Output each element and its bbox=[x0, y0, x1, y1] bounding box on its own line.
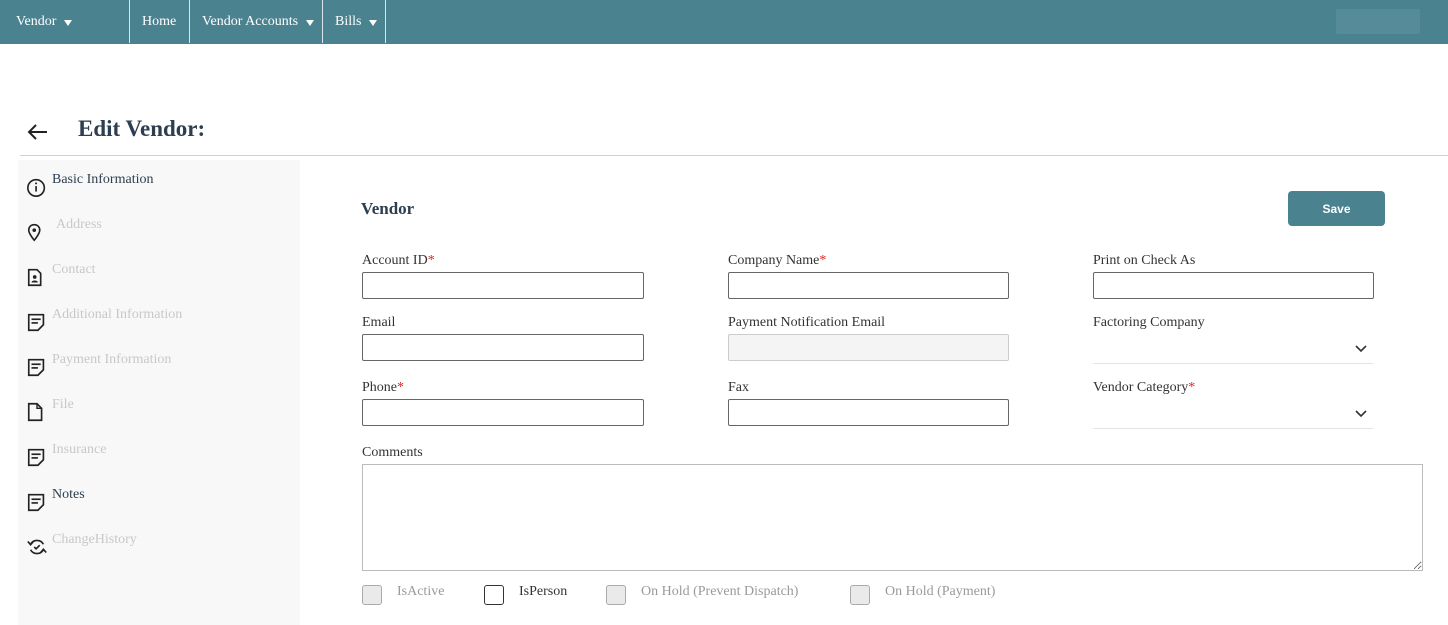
fax-input[interactable] bbox=[728, 399, 1009, 426]
sidebar-item-change-history[interactable]: ChangeHistory bbox=[26, 532, 296, 562]
location-pin-icon bbox=[27, 223, 41, 242]
is-person-label: IsPerson bbox=[519, 584, 568, 599]
sidebar-item-label: File bbox=[52, 397, 74, 412]
nav-vendor-menu[interactable]: Vendor bbox=[0, 0, 130, 43]
comments-textarea[interactable] bbox=[362, 464, 1423, 571]
nav-vendor-accounts-menu[interactable]: Vendor Accounts bbox=[190, 0, 323, 43]
user-menu-button[interactable] bbox=[1336, 9, 1420, 34]
nav-vendor-accounts-label: Vendor Accounts bbox=[202, 13, 299, 29]
is-active-label: IsActive bbox=[397, 584, 445, 599]
on-hold-payment-checkbox[interactable] bbox=[850, 585, 870, 605]
sidebar-item-label: Additional Information bbox=[52, 307, 183, 322]
contact-card-icon bbox=[27, 268, 42, 287]
sidebar-item-insurance[interactable]: Insurance bbox=[26, 442, 296, 472]
sidebar-item-additional-information[interactable]: Additional Information bbox=[26, 307, 296, 337]
account-id-label-text: Account ID bbox=[362, 253, 428, 268]
nav-bills-menu[interactable]: Bills bbox=[323, 0, 386, 43]
phone-input[interactable] bbox=[362, 399, 644, 426]
phone-label-text: Phone bbox=[362, 380, 397, 395]
note-icon bbox=[27, 313, 45, 332]
is-person-checkbox[interactable] bbox=[484, 585, 504, 605]
nav-bills-label: Bills bbox=[335, 13, 362, 29]
sidebar-item-label: ChangeHistory bbox=[52, 532, 137, 547]
print-on-check-input[interactable] bbox=[1093, 272, 1374, 299]
payment-notification-email-label: Payment Notification Email bbox=[728, 315, 886, 330]
history-icon bbox=[27, 539, 47, 555]
back-arrow-icon[interactable] bbox=[26, 120, 50, 144]
is-active-checkbox[interactable] bbox=[362, 585, 382, 605]
required-mark: * bbox=[819, 253, 827, 268]
note-icon bbox=[27, 448, 45, 467]
caret-down-icon bbox=[369, 19, 378, 26]
payment-notification-email-input bbox=[728, 334, 1009, 361]
comments-label: Comments bbox=[362, 445, 423, 460]
nav-vendor-label: Vendor bbox=[16, 13, 57, 29]
sidebar-item-label: Address bbox=[56, 217, 102, 232]
note-icon bbox=[27, 358, 45, 377]
file-icon bbox=[27, 402, 43, 422]
sidebar-item-notes[interactable]: Notes bbox=[26, 487, 296, 517]
email-input[interactable] bbox=[362, 334, 644, 361]
vendor-category-label-text: Vendor Category bbox=[1093, 380, 1189, 395]
section-title: Vendor bbox=[361, 199, 415, 218]
phone-label: Phone* bbox=[362, 380, 404, 396]
email-label: Email bbox=[362, 315, 396, 330]
required-mark: * bbox=[397, 380, 404, 395]
header-divider bbox=[20, 155, 1448, 156]
factoring-company-select[interactable] bbox=[1093, 335, 1373, 364]
nav-home-label: Home bbox=[142, 13, 177, 29]
sidebar-item-payment-information[interactable]: Payment Information bbox=[26, 352, 296, 382]
print-on-check-label: Print on Check As bbox=[1093, 253, 1196, 268]
factoring-company-label: Factoring Company bbox=[1093, 315, 1205, 330]
caret-down-icon bbox=[306, 19, 315, 26]
required-mark: * bbox=[1188, 380, 1196, 395]
fax-label: Fax bbox=[728, 380, 749, 395]
required-mark: * bbox=[427, 253, 435, 268]
on-hold-dispatch-label: On Hold (Prevent Dispatch) bbox=[641, 584, 799, 599]
sidebar-item-label: Notes bbox=[52, 487, 85, 502]
account-id-input[interactable] bbox=[362, 272, 644, 299]
account-id-label: Account ID* bbox=[362, 253, 435, 269]
chevron-down-icon bbox=[1355, 410, 1367, 418]
info-icon bbox=[27, 178, 46, 197]
vendor-category-select[interactable] bbox=[1093, 400, 1373, 429]
sidebar-item-contact[interactable]: Contact bbox=[26, 262, 296, 292]
sidebar-item-label: Basic Information bbox=[52, 172, 154, 187]
sidebar-item-label: Contact bbox=[52, 262, 96, 277]
note-icon bbox=[27, 493, 45, 512]
page-title: Edit Vendor: bbox=[78, 116, 206, 141]
company-name-label-text: Company Name bbox=[728, 253, 820, 268]
top-nav-bar: Vendor Home Vendor Accounts Bills bbox=[0, 0, 1448, 44]
caret-down-icon bbox=[64, 19, 73, 26]
sidebar-item-basic-information[interactable]: Basic Information bbox=[26, 172, 296, 202]
sidebar-item-file[interactable]: File bbox=[26, 397, 296, 427]
sidebar: Basic Information Address Contact Additi… bbox=[18, 160, 300, 625]
on-hold-dispatch-checkbox[interactable] bbox=[606, 585, 626, 605]
nav-home-link[interactable]: Home bbox=[130, 0, 190, 43]
company-name-input[interactable] bbox=[728, 272, 1009, 299]
chevron-down-icon bbox=[1355, 345, 1367, 353]
vendor-category-label: Vendor Category* bbox=[1093, 380, 1195, 396]
sidebar-item-address[interactable]: Address bbox=[26, 217, 296, 247]
sidebar-item-label: Insurance bbox=[52, 442, 107, 457]
on-hold-payment-label: On Hold (Payment) bbox=[885, 584, 996, 599]
save-button[interactable]: Save bbox=[1288, 191, 1385, 226]
sidebar-item-label: Payment Information bbox=[52, 352, 172, 367]
company-name-label: Company Name* bbox=[728, 253, 826, 269]
